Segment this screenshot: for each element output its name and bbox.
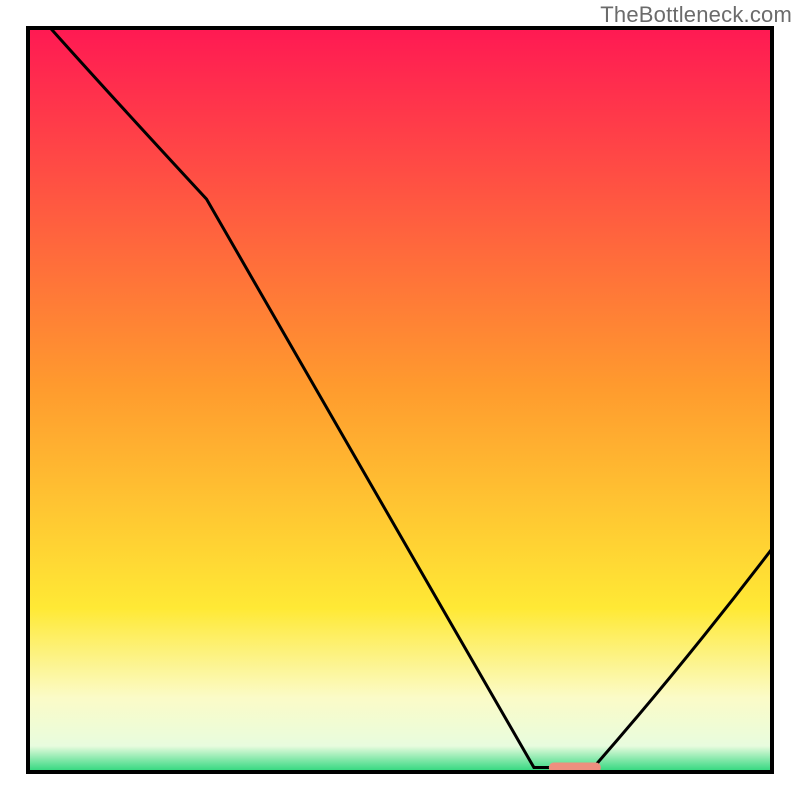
chart-canvas	[0, 0, 800, 800]
gradient-area	[28, 28, 772, 772]
watermark-text: TheBottleneck.com	[600, 2, 792, 28]
